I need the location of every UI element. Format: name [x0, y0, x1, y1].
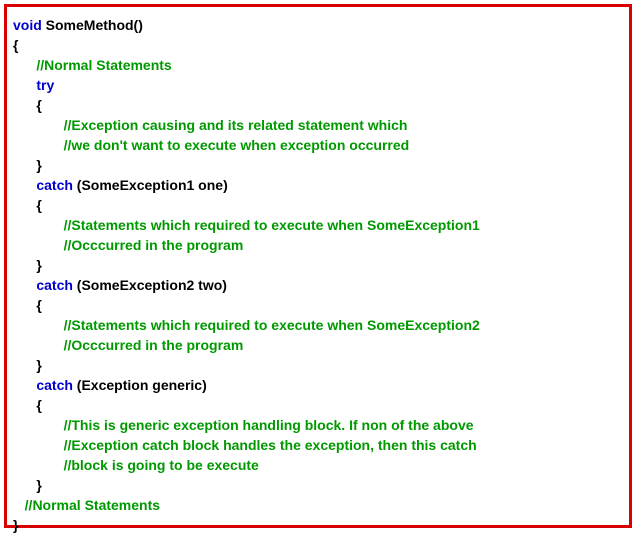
brace: {: [36, 297, 41, 313]
brace: }: [13, 517, 18, 533]
brace: {: [36, 397, 41, 413]
code-frame: void SomeMethod() { //Normal Statements …: [4, 4, 632, 528]
brace: }: [36, 257, 41, 273]
comment: //This is generic exception handling blo…: [64, 417, 474, 433]
comment: //Normal Statements: [36, 57, 171, 73]
comment: //Exception causing and its related stat…: [64, 117, 408, 133]
comment: //Statements which required to execute w…: [64, 317, 480, 333]
code-block: void SomeMethod() { //Normal Statements …: [13, 15, 623, 535]
comment: //Occcurred in the program: [64, 237, 244, 253]
keyword-catch: catch: [36, 277, 73, 293]
comment: //block is going to be execute: [64, 457, 259, 473]
brace: }: [36, 477, 41, 493]
comment: //we don't want to execute when exceptio…: [64, 137, 410, 153]
keyword-catch: catch: [36, 377, 73, 393]
catch2-signature: (SomeException2 two): [73, 277, 227, 293]
brace: {: [13, 37, 18, 53]
keyword-catch: catch: [36, 177, 73, 193]
comment: //Normal Statements: [25, 497, 160, 513]
page: void SomeMethod() { //Normal Statements …: [0, 0, 636, 532]
comment: //Occcurred in the program: [64, 337, 244, 353]
brace: }: [36, 157, 41, 173]
catch1-signature: (SomeException1 one): [73, 177, 228, 193]
brace: {: [36, 97, 41, 113]
brace: }: [36, 357, 41, 373]
comment: //Exception catch block handles the exce…: [64, 437, 477, 453]
catch3-signature: (Exception generic): [73, 377, 207, 393]
brace: {: [36, 197, 41, 213]
method-signature: SomeMethod(): [42, 17, 143, 33]
keyword-void: void: [13, 17, 42, 33]
comment: //Statements which required to execute w…: [64, 217, 480, 233]
keyword-try: try: [36, 77, 54, 93]
